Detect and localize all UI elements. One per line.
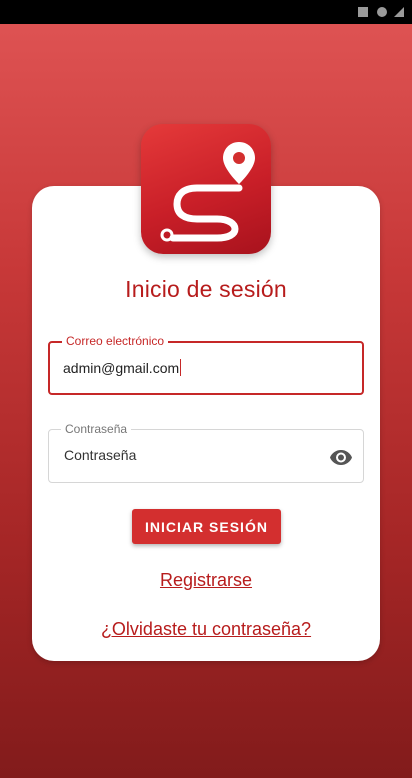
text-cursor — [180, 359, 182, 376]
circle-icon — [377, 7, 387, 17]
password-input[interactable]: Contraseña — [64, 447, 136, 463]
email-field-label: Correo electrónico — [62, 333, 169, 349]
login-button[interactable]: INICIAR SESIÓN — [132, 509, 281, 544]
page-title: Inicio de sesión — [125, 276, 287, 302]
eye-icon[interactable] — [329, 445, 353, 469]
route-logo-icon — [160, 142, 255, 242]
password-field-label: Contraseña — [61, 421, 132, 437]
register-link[interactable]: Registrarse — [32, 570, 380, 591]
email-value: admin@gmail.com — [63, 360, 180, 376]
square-icon — [358, 7, 368, 17]
forgot-password-link[interactable]: ¿Olvidaste tu contraseña? — [32, 619, 380, 640]
signal-icon — [394, 7, 404, 17]
status-bar — [0, 0, 412, 24]
password-field[interactable]: Contraseña Contraseña — [48, 421, 364, 483]
app-logo — [141, 124, 271, 254]
email-input[interactable]: admin@gmail.com — [63, 359, 182, 376]
email-field[interactable]: Correo electrónico admin@gmail.com — [48, 333, 364, 395]
